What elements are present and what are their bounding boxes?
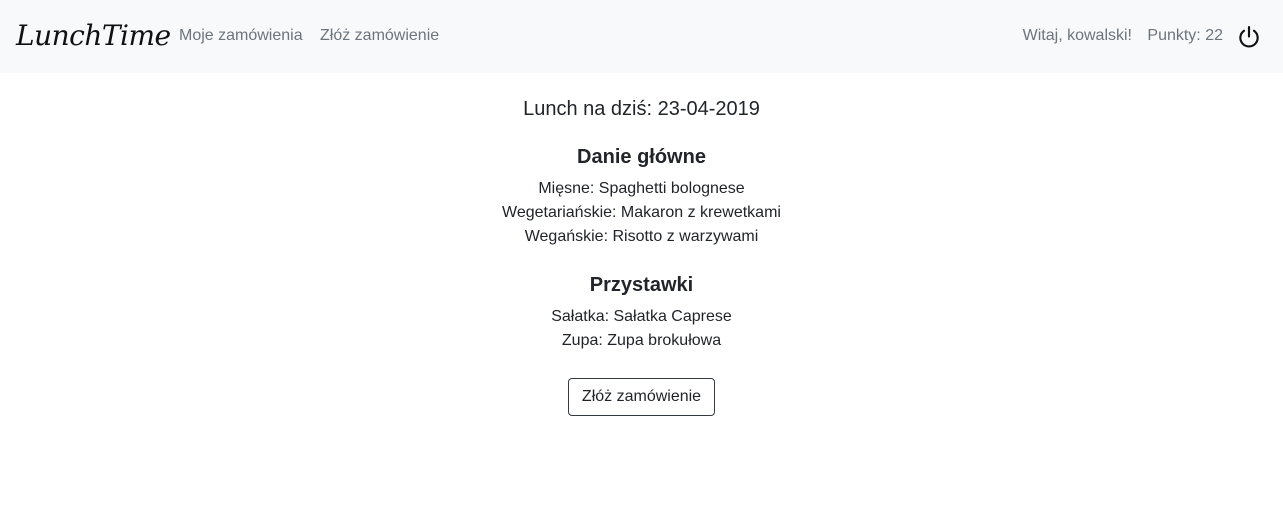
section-title-main-course: Danie główne bbox=[577, 146, 706, 168]
menu-item: Mięsne: Spaghetti bolognese bbox=[538, 180, 745, 197]
section-title-starters: Przystawki bbox=[589, 274, 694, 296]
nav-link-my-orders[interactable]: Moje zamówienia bbox=[179, 26, 303, 46]
power-icon[interactable] bbox=[1236, 24, 1262, 50]
menu-item: Wegańskie: Risotto z warzywami bbox=[524, 228, 759, 245]
navbar: LunchTime Moje zamówienia Złóż zamówieni… bbox=[0, 0, 1283, 73]
user-greeting: Witaj, kowalski! bbox=[1022, 27, 1132, 44]
place-order-button[interactable]: Złóż zamówienie bbox=[568, 378, 715, 416]
menu-date: Lunch na dziś: 23-04-2019 bbox=[523, 98, 760, 120]
menu-item: Wegetariańskie: Makaron z krewetkami bbox=[502, 204, 781, 221]
brand-logo[interactable]: LunchTime bbox=[16, 14, 171, 58]
nav-link-place-order[interactable]: Złóż zamówienie bbox=[320, 26, 439, 46]
menu-item: Zupa: Zupa brokułowa bbox=[561, 332, 722, 349]
points-counter: Punkty: 22 bbox=[1147, 27, 1223, 44]
menu-item: Sałatka: Sałatka Caprese bbox=[551, 308, 732, 325]
